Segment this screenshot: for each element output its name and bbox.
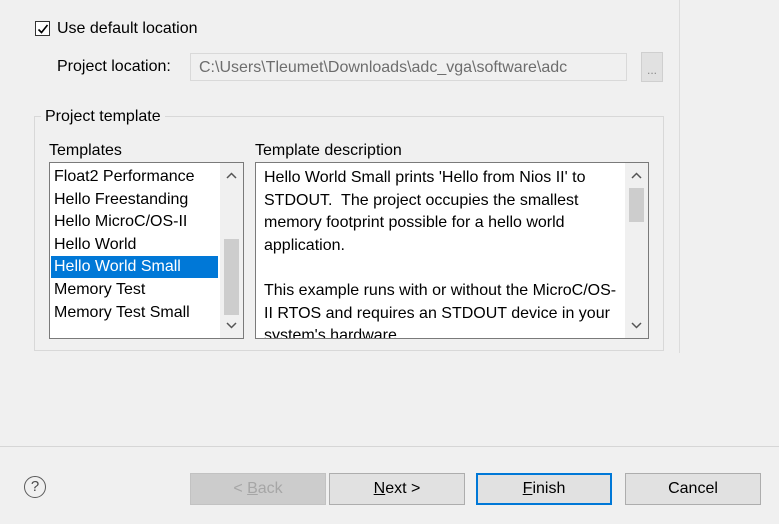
list-item[interactable]: Memory Test [51,279,218,301]
templates-list[interactable]: Float2 Performance Hello Freestanding He… [49,162,244,339]
scroll-thumb[interactable] [629,188,644,222]
chevron-down-icon [226,322,237,329]
scroll-up-arrow[interactable] [220,166,243,186]
list-item[interactable]: Float2 Performance [51,166,218,188]
template-description-text: Hello World Small prints 'Hello from Nio… [264,169,617,339]
list-item-selected[interactable]: Hello World Small [51,256,218,278]
template-description-label: Template description [255,142,402,159]
checkmark-icon [37,24,49,34]
scroll-down-arrow[interactable] [220,315,243,335]
help-icon[interactable]: ? [24,476,46,498]
cancel-button[interactable]: Cancel [625,473,761,505]
next-button-label-post: ext > [385,480,421,497]
list-item[interactable]: Hello World [51,234,218,256]
list-item[interactable]: Memory Test Small [51,302,218,324]
next-button-mnemonic: N [373,480,386,497]
chevron-up-icon [631,172,642,179]
template-description-box[interactable]: Hello World Small prints 'Hello from Nio… [255,162,649,339]
back-button-label-pre: < [233,480,248,497]
description-scrollbar[interactable] [625,163,648,338]
use-default-location-label[interactable]: Use default location [57,20,198,38]
project-location-input[interactable]: C:\Users\Tleumet\Downloads\adc_vga\softw… [190,53,627,81]
chevron-up-icon [226,172,237,179]
scroll-thumb[interactable] [224,239,239,315]
back-button[interactable]: < Back [190,473,326,505]
project-location-label: Project location: [57,58,171,75]
back-button-mnemonic: B [247,480,258,497]
templates-scrollbar[interactable] [220,163,243,338]
next-button[interactable]: Next > [329,473,465,505]
use-default-location-checkbox[interactable] [35,21,50,36]
finish-button[interactable]: Finish [476,473,612,505]
project-template-legend: Project template [41,108,165,126]
finish-button-mnemonic: F [522,480,533,497]
finish-button-label-post: inish [532,480,566,497]
footer-separator [0,446,779,447]
browse-button[interactable]: ... [641,52,663,82]
templates-label: Templates [49,142,122,159]
scroll-down-arrow[interactable] [625,315,648,335]
chevron-down-icon [631,322,642,329]
list-item[interactable]: Hello Freestanding [51,189,218,211]
list-item[interactable]: Hello MicroC/OS-II [51,211,218,233]
back-button-label-post: ack [257,480,283,497]
scroll-up-arrow[interactable] [625,166,648,186]
